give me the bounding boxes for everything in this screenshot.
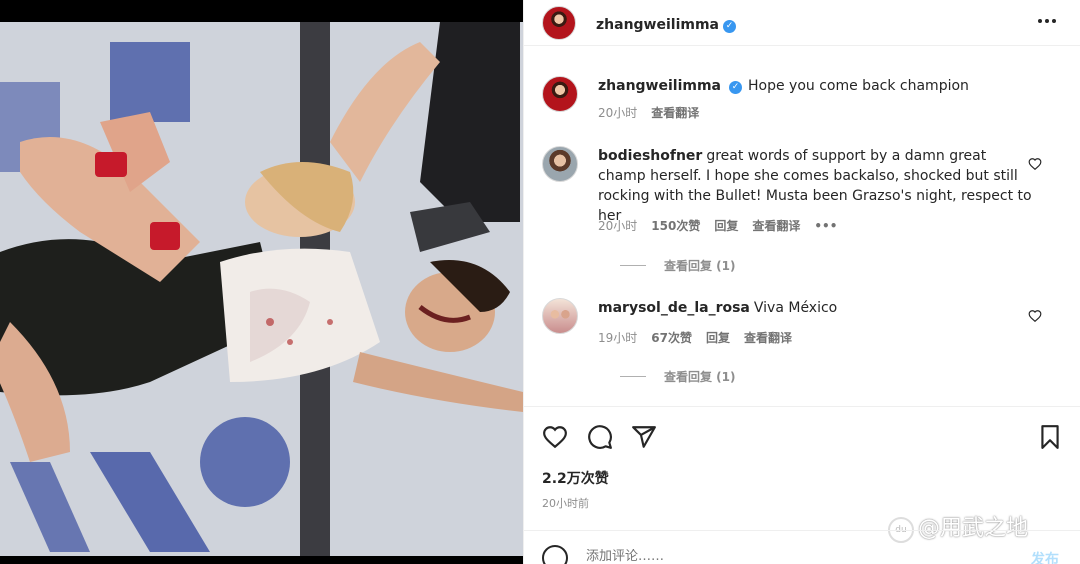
post-timestamp: 20小时前 [542, 497, 589, 510]
photo-letterbox-bottom [0, 556, 523, 564]
add-comment-input[interactable] [586, 549, 966, 564]
comment-meta: 20小时 150次赞 回复 查看翻译 ••• [598, 217, 851, 234]
comment-more-options[interactable]: ••• [814, 219, 837, 233]
comment-like-heart-icon[interactable] [1028, 309, 1042, 323]
view-replies-link[interactable]: 查看回复 (1) [620, 257, 736, 274]
comment-text: Viva México [753, 300, 838, 316]
commenter-avatar[interactable] [542, 298, 578, 334]
caption-time: 20小时 [598, 106, 638, 120]
author-avatar[interactable] [542, 6, 576, 40]
caption-meta: 20小时 查看翻译 [598, 104, 713, 121]
post-photo[interactable] [0, 22, 523, 556]
comment-like-heart-icon[interactable] [1028, 157, 1042, 171]
view-replies-link[interactable]: 查看回复 (1) [620, 368, 736, 385]
author-name-group: zhangweilimma ✓ [596, 14, 736, 33]
post-action-bar [524, 406, 1080, 464]
caption-text: Hope you come back champion [748, 78, 969, 94]
comment-body: marysol_de_la_rosa Viva México [598, 298, 1038, 318]
author-username[interactable]: zhangweilimma [596, 17, 719, 33]
paper-plane-icon[interactable] [631, 424, 657, 450]
post-comment-button[interactable]: 发布 [1031, 549, 1059, 564]
photo-letterbox-top [0, 0, 523, 22]
comment-translate-link[interactable]: 查看翻译 [744, 331, 792, 345]
post-side-panel: zhangweilimma ✓ zhangweilimma ✓ Hope you co… [523, 0, 1080, 564]
comment-username[interactable]: bodieshofner [598, 148, 702, 164]
comment-like-count[interactable]: 67次赞 [651, 331, 692, 345]
comment-like-count[interactable]: 150次赞 [651, 219, 700, 233]
post-photo-panel [0, 0, 523, 564]
comment-bubble-icon[interactable] [587, 424, 613, 450]
view-replies-label: 查看回复 (1) [664, 259, 736, 273]
heart-icon[interactable] [542, 424, 568, 450]
caption-body: zhangweilimma ✓ Hope you come back champio… [598, 76, 1038, 96]
post-header: zhangweilimma ✓ [524, 0, 1080, 46]
replies-divider-line [620, 376, 646, 377]
caption-username[interactable]: zhangweilimma [598, 78, 721, 94]
verified-badge-icon: ✓ [729, 81, 742, 94]
comment-meta: 19小时 67次赞 回复 查看翻译 [598, 329, 806, 346]
bookmark-icon[interactable] [1037, 424, 1063, 450]
post-like-count[interactable]: 2.2万次赞 [542, 468, 609, 488]
comment-body: bodieshofner great words of support by a … [598, 146, 1038, 226]
more-horizontal-icon[interactable] [1035, 12, 1059, 32]
comment-username[interactable]: marysol_de_la_rosa [598, 300, 750, 316]
caption-author-avatar[interactable] [542, 76, 578, 112]
verified-badge-icon: ✓ [723, 20, 736, 33]
view-replies-label: 查看回复 (1) [664, 370, 736, 384]
replies-divider-line [620, 265, 646, 266]
comment-translate-link[interactable]: 查看翻译 [752, 219, 800, 233]
comment-time: 20小时 [598, 219, 638, 233]
comment-reply-link[interactable]: 回复 [714, 219, 738, 233]
commenter-avatar[interactable] [542, 146, 578, 182]
caption-translate-link[interactable]: 查看翻译 [651, 106, 699, 120]
comment-reply-link[interactable]: 回复 [706, 331, 730, 345]
comment-time: 19小时 [598, 331, 638, 345]
add-comment-bar: 发布 [524, 530, 1080, 564]
smiley-icon[interactable] [542, 545, 568, 564]
